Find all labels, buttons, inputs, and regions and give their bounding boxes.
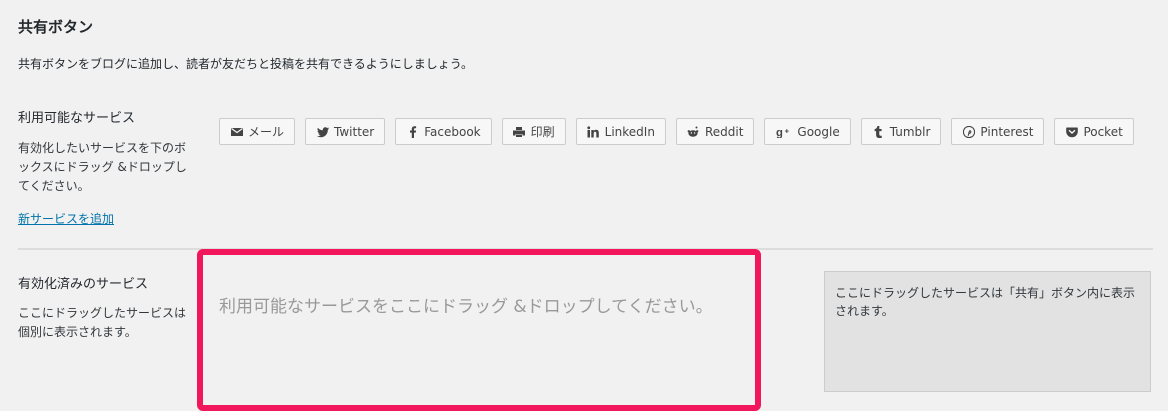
tumblr-icon — [872, 125, 885, 138]
facebook-icon — [406, 125, 419, 138]
mail-icon — [230, 125, 243, 138]
service-label: Google — [797, 124, 840, 139]
pocket-icon — [1065, 125, 1078, 138]
service-label: Reddit — [704, 124, 744, 139]
service-label: Pocket — [1083, 124, 1123, 139]
print-icon — [513, 125, 526, 138]
google-plus-icon: g — [775, 125, 792, 138]
linkedin-icon — [587, 125, 600, 138]
reddit-icon — [687, 125, 700, 138]
enabled-services-dropzone[interactable]: 利用可能なサービスをここにドラッグ &ドロップしてください。 — [197, 249, 761, 411]
add-new-service-link[interactable]: 新サービスを追加 — [18, 210, 114, 227]
available-services-help: 有効化したいサービスを下のボックスにドラッグ &ドロップしてください。 — [18, 141, 187, 193]
dropzone-placeholder: 利用可能なサービスをここにドラッグ &ドロップしてください。 — [219, 297, 713, 317]
page-title: 共有ボタン — [18, 18, 94, 36]
service-label: Twitter — [334, 124, 375, 139]
service-label: Tumblr — [889, 124, 931, 139]
service-google-button[interactable]: g Google — [764, 118, 851, 145]
service-tumblr-button[interactable]: Tumblr — [860, 118, 942, 145]
enabled-services-heading: 有効化済みのサービス — [18, 277, 149, 292]
service-pinterest-button[interactable]: Pinterest — [951, 118, 1045, 145]
service-label: Pinterest — [980, 124, 1034, 139]
share-button-preview-zone[interactable]: ここにドラッグしたサービスは「共有」ボタン内に表示されます。 — [824, 271, 1151, 392]
svg-text:g: g — [776, 127, 783, 138]
service-label: Facebook — [424, 124, 481, 139]
twitter-icon — [316, 125, 329, 138]
service-print-button[interactable]: 印刷 — [501, 118, 566, 145]
service-label: 印刷 — [530, 125, 555, 139]
available-services-heading: 利用可能なサービス — [18, 111, 136, 126]
service-pocket-button[interactable]: Pocket — [1054, 118, 1134, 145]
service-facebook-button[interactable]: Facebook — [395, 118, 492, 145]
enabled-services-help: ここにドラッグしたサービスは個別に表示されます。 — [18, 306, 187, 339]
service-mail-button[interactable]: メール — [219, 118, 296, 145]
available-services-list: メール Twitter Facebook 印刷 LinkedIn Reddit … — [219, 118, 1134, 145]
pinterest-icon — [962, 125, 975, 138]
service-label: メール — [248, 125, 285, 139]
section-description: 共有ボタンをブログに追加し、読者が友だちと投稿を共有できるようにしましょう。 — [18, 57, 474, 71]
service-label: LinkedIn — [604, 124, 655, 139]
service-twitter-button[interactable]: Twitter — [305, 118, 386, 145]
service-reddit-button[interactable]: Reddit — [675, 118, 755, 145]
service-linkedin-button[interactable]: LinkedIn — [575, 118, 666, 145]
